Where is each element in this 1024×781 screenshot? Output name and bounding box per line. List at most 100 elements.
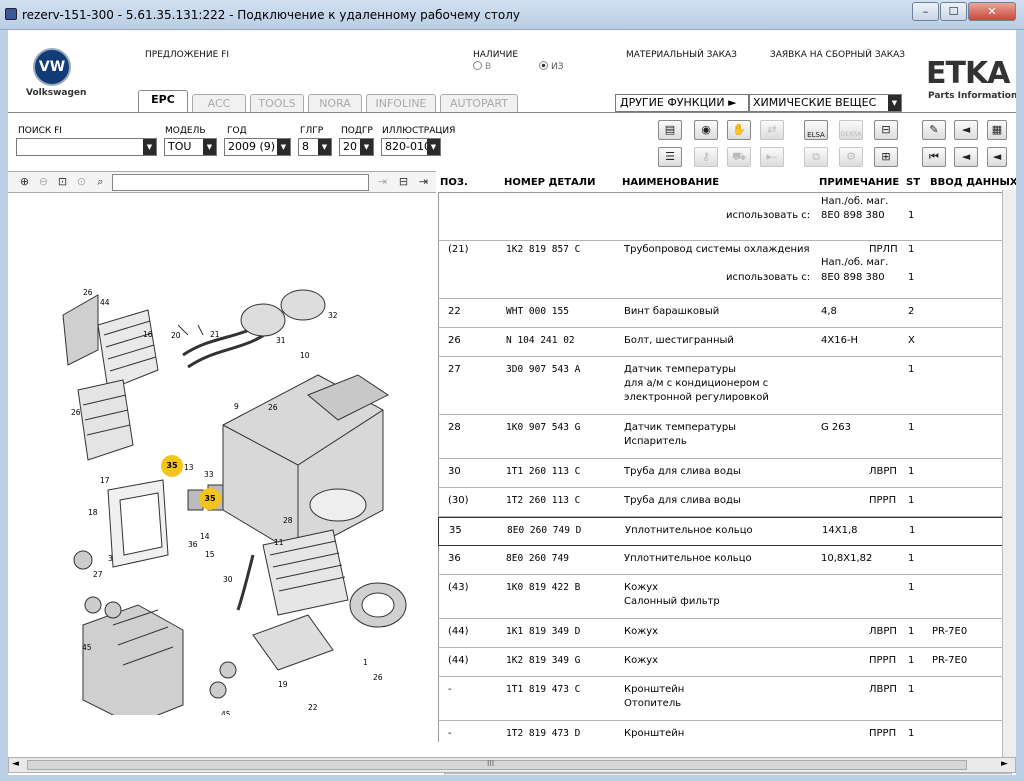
table-row[interactable]: (30) 1T2 260 113 C Труба для слива воды ПРР… (438, 488, 1016, 517)
table-row[interactable]: 35 8E0 260 749 D Уплотнительное кольцо 14X1… (438, 517, 1016, 546)
chevron-down-icon[interactable]: ▼ (203, 139, 216, 155)
scroll-left-icon[interactable]: ◄ (447, 774, 453, 775)
rdp-horizontal-scrollbar[interactable]: ◄ III ► (8, 757, 1016, 773)
tab-epc[interactable]: EPC (138, 90, 188, 113)
assembly-order-menu[interactable]: ЗАЯВКА НА СБОРНЫЙ ЗАКАЗ (770, 50, 905, 60)
radio-iz-circle[interactable] (539, 61, 548, 70)
radio-iz[interactable]: ИЗ (539, 61, 564, 72)
rdp-scroll-left-icon[interactable]: ◄ (12, 759, 19, 769)
split-icon[interactable]: ⇥ (374, 174, 391, 191)
table-row[interactable]: (44) 1K1 819 349 D Кожух ЛВРП 1 PR-7E0 (438, 619, 1016, 648)
table-row[interactable]: 26 N 104 241 02 Болт, шестигранный 4X16-H X (438, 328, 1016, 357)
tab-nora[interactable]: NORA (308, 94, 362, 112)
rdp-scroll-thumb[interactable] (27, 760, 967, 770)
exploded-diagram[interactable]: 26 44 16 20 21 31 32 10 9 26 26 17 13 33… (38, 255, 408, 715)
zoom-out-icon[interactable]: ⊖ (35, 174, 52, 191)
pin-icon[interactable]: ✎ (922, 120, 946, 140)
zoom-reset-icon[interactable]: ⊙ (73, 174, 90, 191)
tab-tools[interactable]: TOOLS (250, 94, 304, 112)
model-select[interactable]: TOU ▼ (164, 138, 217, 156)
illustration-select[interactable]: 820-010 ▼ (381, 138, 441, 156)
nav-back-icon[interactable]: ◄ (954, 147, 978, 167)
close-button[interactable]: ✕ (968, 2, 1016, 21)
table-row[interactable]: - 1T1 819 473 C Кронштейн Отопитель ЛВРП 1 (438, 677, 1016, 721)
table-row[interactable]: Нап./об. маг. использовать с: 8E0 898 380 1 (438, 193, 1016, 241)
dekra-button[interactable]: DEKRA (839, 120, 863, 140)
nav-left-icon[interactable]: ◄ (987, 147, 1007, 167)
col-pos[interactable]: ПОЗ. (440, 177, 468, 188)
cell-name: Кожух (624, 582, 659, 593)
handshake-icon[interactable]: ✋ (727, 120, 751, 140)
chevron-down-icon[interactable]: ▼ (360, 139, 373, 155)
window-title: rezerv-151-300 - 5.61.35.131:222 - Подкл… (22, 8, 521, 22)
tab-acc[interactable]: ACC (192, 94, 246, 112)
callout-35-a[interactable]: 35 (161, 455, 183, 477)
material-order-menu[interactable]: МАТЕРИАЛЬНЫЙ ЗАКАЗ (626, 50, 737, 60)
radio-b[interactable]: В (473, 61, 491, 72)
rdp-scroll-right-icon[interactable]: ► (1001, 759, 1008, 769)
minimize-button[interactable]: – (912, 2, 939, 21)
zoom-in-icon[interactable]: ⊕ (16, 174, 33, 191)
printer-icon[interactable]: ▤ (658, 120, 682, 140)
offer-menu[interactable]: ПРЕДЛОЖЕНИЕ FI (145, 50, 229, 60)
maximize-button[interactable]: ☐ (940, 2, 967, 21)
col-note[interactable]: ПРИМЕЧАНИЕ (819, 177, 899, 188)
other-functions-select[interactable]: ХИМИЧЕСКИЕ ВЕЩЕС ▼ (749, 94, 902, 112)
layout-icon[interactable]: ⊟ (395, 174, 412, 191)
nav-first-icon[interactable]: ⏮ (922, 147, 946, 167)
cart-icon[interactable]: ⊟ (874, 120, 898, 140)
car-icon[interactable]: ⛟ (727, 147, 751, 167)
tab-autopart[interactable]: AUTOPART (440, 94, 518, 112)
cell-st: 1 (908, 466, 915, 477)
table-row[interactable]: 36 8E0 260 749 Уплотнительное кольцо 10,8X1… (438, 546, 1016, 575)
cell-part-number: 1K0 907 543 G (506, 422, 581, 433)
chevron-down-icon[interactable]: ▼ (427, 139, 440, 155)
col-name[interactable]: НАИМЕНОВАНИЕ (622, 177, 719, 188)
table-row[interactable]: 28 1K0 907 543 G Датчик температуры Испарит… (438, 415, 1016, 459)
tab-infoline[interactable]: INFOLINE (366, 94, 436, 112)
document-icon[interactable]: ▦ (987, 120, 1007, 140)
scroll-right-icon[interactable]: ► (1000, 774, 1006, 775)
basket-icon[interactable]: ⊞ (874, 147, 898, 167)
zoom-area-icon[interactable]: ⊡ (54, 174, 71, 191)
col-part-number[interactable]: НОМЕР ДЕТАЛИ (504, 177, 595, 188)
cell-use-note: 8E0 898 380 (821, 272, 885, 283)
table-row[interactable]: - 1T2 819 473 D Кронштейн Отопитель ПРРП 1 (438, 721, 1016, 742)
label-15: 15 (205, 550, 215, 559)
expand-icon[interactable]: ⇥ (415, 174, 432, 191)
callout-35-b[interactable]: 35 (199, 488, 221, 510)
table-row[interactable]: (43) 1K0 819 422 B Кожух Салонный фильтр 1 (438, 575, 1016, 619)
vw-logo: VW (33, 48, 71, 86)
year-select[interactable]: 2009 (9) ▼ (224, 138, 291, 156)
chevron-down-icon[interactable]: ▼ (318, 139, 331, 155)
chevron-down-icon[interactable]: ▼ (277, 139, 290, 155)
table-row[interactable]: 30 1T1 260 113 C Труба для слива воды ЛВРП 1 (438, 459, 1016, 488)
table-row[interactable]: (44) 1K2 819 349 G Кожух ПРРП 1 PR-7E0 (438, 648, 1016, 677)
exchange-icon[interactable]: ⇄ (760, 120, 784, 140)
table-row[interactable]: 22 WHT 000 155 Винт барашковый 4,8 2 (438, 299, 1016, 328)
chevron-down-icon[interactable]: ▼ (888, 95, 901, 111)
arrow-dash-icon[interactable]: ▸– (760, 147, 784, 167)
rdp-app-icon (5, 8, 17, 20)
other-functions-button[interactable]: ДРУГИЕ ФУНКЦИИ ► (615, 94, 749, 112)
vertical-scrollbar[interactable] (1002, 190, 1016, 773)
cd-icon[interactable]: ◉ (694, 120, 718, 140)
list-icon[interactable]: ☰ (658, 147, 682, 167)
service-icon[interactable]: ⚙ (839, 147, 863, 167)
key-icon[interactable]: ⚷ (694, 147, 718, 167)
chevron-down-icon[interactable]: ▼ (143, 139, 156, 155)
col-input[interactable]: ВВОД ДАННЫХ (930, 177, 1016, 188)
copy-icon[interactable]: ⧉ (804, 147, 828, 167)
table-row[interactable]: 27 3D0 907 543 A Датчик температуры для а/м… (438, 357, 1016, 415)
search-icon[interactable]: ⌕ (92, 174, 109, 191)
image-search-input[interactable] (112, 174, 369, 191)
search-input[interactable]: ▼ (16, 138, 157, 156)
hgr-select[interactable]: 8 ▼ (298, 138, 332, 156)
ugr-select[interactable]: 20 ▼ (339, 138, 374, 156)
elsa-button[interactable]: ELSA (804, 120, 828, 140)
table-row[interactable]: (21) 1K2 819 857 C Трубопровод системы охл… (438, 241, 1016, 299)
radio-b-circle[interactable] (473, 61, 482, 70)
col-st[interactable]: ST (906, 177, 920, 188)
horizontal-scrollbar[interactable]: ◄ ► (444, 773, 1012, 775)
nav-prev-icon[interactable]: ◄ (954, 120, 978, 140)
